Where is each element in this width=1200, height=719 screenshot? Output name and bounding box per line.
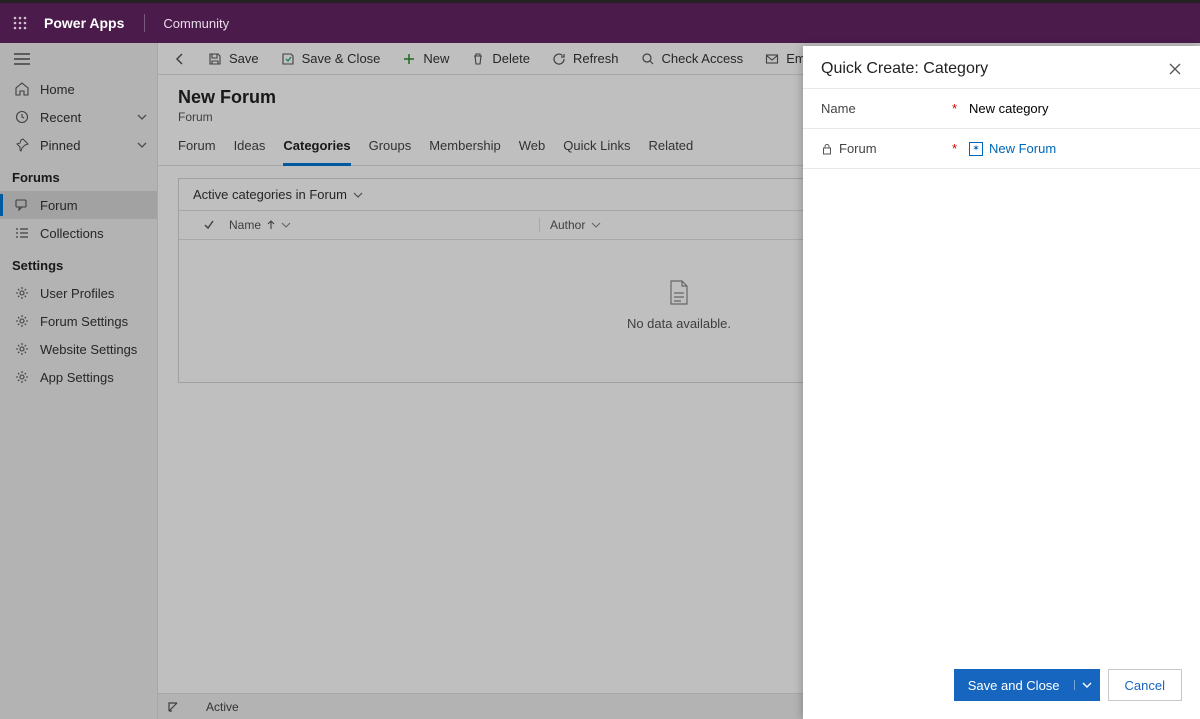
entity-icon: ✶ bbox=[969, 142, 983, 156]
save-and-close-dropdown[interactable] bbox=[1074, 680, 1100, 690]
brand-label[interactable]: Power Apps bbox=[40, 15, 144, 31]
field-name[interactable]: Name * New category bbox=[803, 88, 1200, 129]
field-forum-label: Forum bbox=[821, 141, 951, 156]
field-forum-value[interactable]: ✶ New Forum bbox=[969, 141, 1182, 156]
lock-icon bbox=[821, 143, 833, 155]
field-forum[interactable]: Forum * ✶ New Forum bbox=[803, 129, 1200, 169]
field-name-value[interactable]: New category bbox=[969, 101, 1182, 116]
quick-create-panel: Quick Create: Category Name * New catego… bbox=[803, 46, 1200, 719]
panel-close-button[interactable] bbox=[1168, 62, 1182, 76]
app-launcher-button[interactable] bbox=[0, 16, 40, 30]
header-divider bbox=[144, 14, 145, 32]
chevron-down-icon bbox=[1082, 680, 1092, 690]
panel-title: Quick Create: Category bbox=[821, 60, 988, 78]
waffle-icon bbox=[13, 16, 27, 30]
app-name-label[interactable]: Community bbox=[163, 16, 229, 31]
required-indicator: * bbox=[952, 141, 957, 156]
cancel-button[interactable]: Cancel bbox=[1108, 669, 1182, 701]
field-name-label: Name bbox=[821, 101, 951, 116]
close-icon bbox=[1168, 62, 1182, 76]
save-and-close-button[interactable]: Save and Close bbox=[954, 669, 1100, 701]
required-indicator: * bbox=[952, 101, 957, 116]
app-header: Power Apps Community bbox=[0, 3, 1200, 43]
save-and-close-label: Save and Close bbox=[954, 678, 1074, 693]
